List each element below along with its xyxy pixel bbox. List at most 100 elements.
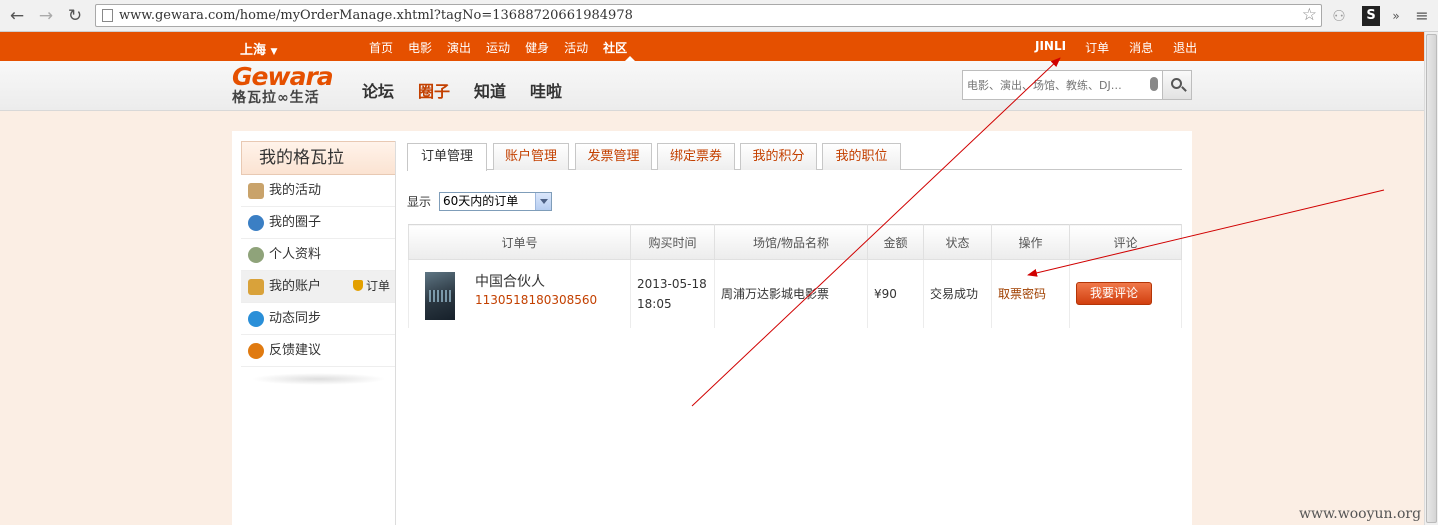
top-menu: 首页 电影 演出 运动 健身 活动 社区 [369, 39, 642, 56]
movie-poster[interactable] [425, 272, 455, 320]
tab-bind-tickets[interactable]: 绑定票券 [657, 143, 735, 170]
menu-community[interactable]: 社区 [603, 39, 627, 56]
table-header-row: 订单号 购买时间 场馆/物品名称 金额 状态 操作 评论 [408, 224, 1182, 260]
sidebar-item-account[interactable]: 我的账户 订单 [241, 271, 396, 303]
period-select[interactable]: 60天内的订单 [439, 192, 553, 211]
movie-title[interactable]: 中国合伙人 [475, 271, 545, 291]
col-action: 操作 [991, 224, 1070, 260]
city-label: 上海 [240, 43, 267, 58]
col-comment: 评论 [1069, 224, 1182, 260]
menu-movie[interactable]: 电影 [408, 39, 432, 56]
amount-cell: ¥90 [867, 259, 924, 328]
menu-sport[interactable]: 运动 [486, 39, 510, 56]
sidebar: 我的格瓦拉 我的活动 我的圈子 个人资料 我的账户 订单 动态同步 反馈建议 [241, 141, 396, 385]
sidebar-item-label: 个人资料 [269, 247, 322, 262]
bookmark-star-icon[interactable]: ☆ [1302, 5, 1317, 26]
sidebar-item-circles[interactable]: 我的圈子 [241, 207, 396, 239]
sidebar-item-profile[interactable]: 个人资料 [241, 239, 396, 271]
sidebar-item-label: 反馈建议 [269, 343, 322, 358]
wallet-icon [248, 279, 264, 295]
col-venue: 场馆/物品名称 [714, 224, 868, 260]
browser-toolbar: ← → ↻ www.gewara.com/home/myOrderManage.… [0, 0, 1438, 32]
profile-icon[interactable]: ⚇ [1328, 6, 1350, 26]
sidebar-item-sync[interactable]: 动态同步 [241, 303, 396, 335]
gewara-logo[interactable]: Gewara 格瓦拉∞生活 [232, 64, 342, 108]
tab-my-positions[interactable]: 我的职位 [822, 143, 901, 170]
nav-wala[interactable]: 哇啦 [530, 78, 562, 102]
reload-icon[interactable]: ↻ [64, 5, 86, 27]
site-header: Gewara 格瓦拉∞生活 论坛 圈子 知道 哇啦 [0, 61, 1424, 111]
logout-link[interactable]: 退出 [1173, 39, 1197, 56]
messages-link[interactable]: 消息 [1129, 39, 1153, 56]
ticket-password-link[interactable]: 取票密码 [998, 287, 1046, 301]
orders-table: 订单号 购买时间 场馆/物品名称 金额 状态 操作 评论 中国合伙人 11305… [408, 224, 1182, 328]
chevron-down-icon: ▼ [270, 47, 278, 57]
microphone-icon[interactable] [1150, 77, 1158, 91]
col-purchase-time: 购买时间 [630, 224, 715, 260]
tab-account-management[interactable]: 账户管理 [493, 143, 569, 170]
table-row: 中国合伙人 1130518180308560 2013-05-18 18:05 … [408, 259, 1182, 328]
menu-activity[interactable]: 活动 [564, 39, 588, 56]
comment-cell: 我要评论 [1069, 259, 1182, 328]
account-tabs: 订单管理 账户管理 发票管理 绑定票券 我的积分 我的职位 [407, 143, 1182, 171]
purchase-time-cell: 2013-05-18 18:05 [630, 259, 715, 328]
tab-order-management[interactable]: 订单管理 [407, 143, 487, 171]
col-amount: 金额 [867, 224, 924, 260]
address-bar[interactable]: www.gewara.com/home/myOrderManage.xhtml?… [95, 4, 1322, 27]
order-number[interactable]: 1130518180308560 [475, 293, 597, 307]
tab-invoice-management[interactable]: 发票管理 [575, 143, 652, 170]
site-topbar: 上海 ▼ 首页 电影 演出 运动 健身 活动 社区 JINLI 订单 消息 退出 [0, 32, 1424, 61]
menu-show[interactable]: 演出 [447, 39, 471, 56]
username-link[interactable]: JINLI [1035, 39, 1066, 56]
period-select-value: 60天内的订单 [443, 194, 519, 208]
user-menu: JINLI 订单 消息 退出 [1035, 39, 1217, 56]
search-input[interactable] [963, 71, 1143, 99]
globe-icon [248, 215, 264, 231]
nav-knowledge[interactable]: 知道 [474, 78, 506, 102]
sidebar-item-feedback[interactable]: 反馈建议 [241, 335, 396, 367]
main-nav: 论坛 圈子 知道 哇啦 [362, 78, 586, 102]
search-box [962, 70, 1163, 100]
watermark: www.wooyun.org [1299, 506, 1422, 522]
page-scrollbar[interactable] [1424, 32, 1438, 525]
action-cell: 取票密码 [991, 259, 1070, 328]
sidebar-divider [395, 141, 396, 525]
gear-icon [248, 247, 264, 263]
back-icon[interactable]: ← [6, 5, 28, 27]
sidebar-item-label: 我的圈子 [269, 215, 322, 230]
overflow-icon[interactable]: » [1391, 6, 1401, 26]
menu-fitness[interactable]: 健身 [525, 39, 549, 56]
sidebar-subitem-orders[interactable]: 订单 [352, 271, 390, 302]
page-icon [102, 9, 113, 22]
activity-icon [248, 183, 264, 199]
chevron-down-icon[interactable] [535, 193, 552, 210]
col-order-id: 订单号 [408, 224, 631, 260]
logo-subtitle: 格瓦拉∞生活 [232, 90, 320, 106]
extension-s-icon[interactable]: S [1362, 6, 1380, 26]
nav-forum[interactable]: 论坛 [362, 78, 394, 102]
purchase-date: 2013-05-18 [637, 276, 707, 291]
scrollbar-thumb[interactable] [1426, 34, 1437, 523]
city-selector[interactable]: 上海 ▼ [240, 39, 277, 58]
search-button[interactable] [1163, 70, 1192, 100]
forward-icon[interactable]: → [35, 5, 57, 27]
sidebar-subitem-label: 订单 [365, 279, 390, 293]
sidebar-item-label: 我的账户 [269, 279, 322, 294]
info-icon [248, 343, 264, 359]
menu-icon[interactable]: ≡ [1414, 6, 1430, 26]
logo-wordmark: Gewara [232, 62, 334, 91]
sidebar-item-activities[interactable]: 我的活动 [241, 175, 396, 207]
sync-icon [248, 311, 264, 327]
purchase-time: 18:05 [637, 296, 672, 311]
orders-link[interactable]: 订单 [1085, 39, 1109, 56]
col-status: 状态 [923, 224, 992, 260]
address-url[interactable]: www.gewara.com/home/myOrderManage.xhtml?… [119, 8, 633, 23]
filter-label: 显示 [407, 195, 432, 209]
tab-my-points[interactable]: 我的积分 [740, 143, 817, 170]
content-panel: 我的格瓦拉 我的活动 我的圈子 个人资料 我的账户 订单 动态同步 反馈建议 订… [232, 131, 1192, 525]
sidebar-item-label: 动态同步 [269, 311, 322, 326]
nav-circle[interactable]: 圈子 [418, 78, 450, 102]
menu-home[interactable]: 首页 [369, 39, 393, 56]
sidebar-item-label: 我的活动 [269, 183, 322, 198]
write-review-button[interactable]: 我要评论 [1076, 282, 1152, 306]
